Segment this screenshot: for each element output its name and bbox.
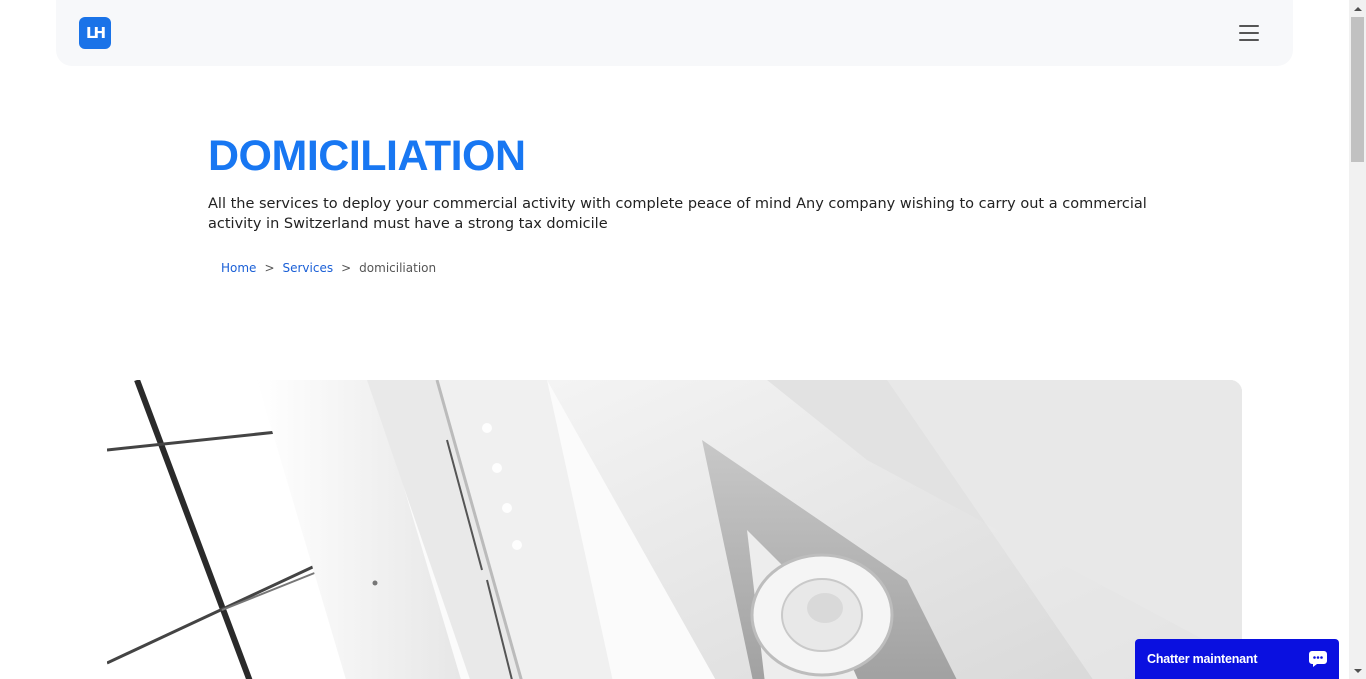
- menu-line: [1239, 32, 1259, 34]
- site-header: LH: [56, 0, 1293, 66]
- scroll-up-arrow-icon[interactable]: [1349, 0, 1366, 17]
- hamburger-menu-icon[interactable]: [1239, 24, 1259, 41]
- chat-bubble-icon: [1309, 651, 1327, 667]
- breadcrumb: Home > Services > domiciliation: [221, 260, 436, 276]
- scroll-thumb[interactable]: [1351, 17, 1364, 162]
- menu-line: [1239, 39, 1259, 41]
- chat-now-button[interactable]: Chatter maintenant: [1135, 639, 1339, 679]
- page-scrollbar[interactable]: [1349, 0, 1366, 679]
- menu-line: [1239, 25, 1259, 27]
- page-lead: All the services to deploy your commerci…: [208, 196, 1147, 232]
- scroll-down-arrow-icon[interactable]: [1349, 662, 1366, 679]
- breadcrumb-services-link[interactable]: Services: [283, 260, 334, 276]
- page: LH DOMICILIATION All the services to dep…: [0, 0, 1366, 679]
- breadcrumb-separator: >: [341, 261, 352, 275]
- page-title: DOMICILIATION: [208, 132, 526, 180]
- breadcrumb-home-link[interactable]: Home: [221, 260, 256, 276]
- brand-logo[interactable]: LH: [79, 17, 111, 49]
- breadcrumb-current: domiciliation: [359, 261, 437, 275]
- hero-architecture-image: [107, 380, 1242, 679]
- chat-now-label: Chatter maintenant: [1147, 652, 1258, 666]
- logo-text: LH: [85, 23, 106, 42]
- breadcrumb-separator: >: [264, 261, 275, 275]
